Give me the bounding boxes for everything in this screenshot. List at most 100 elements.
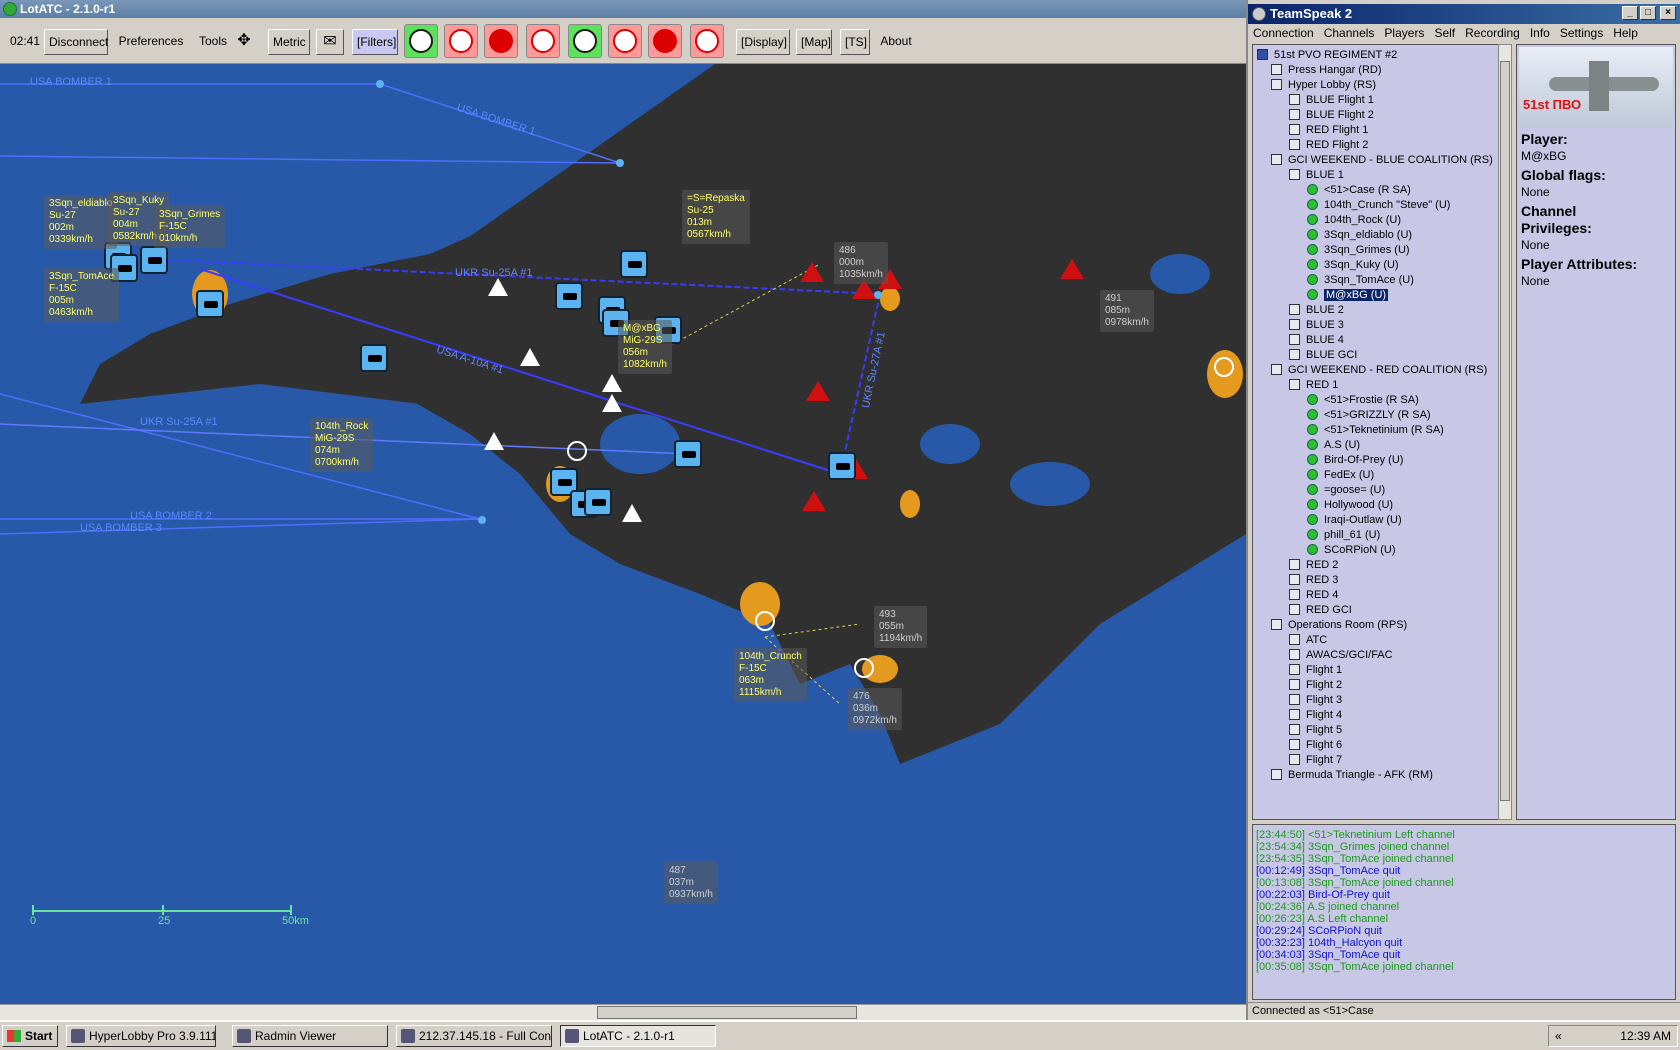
filter-blue-ground-icon[interactable] (568, 24, 602, 58)
menu-self[interactable]: Self (1429, 24, 1460, 42)
tree-channel-item[interactable]: RED 3 (1289, 572, 1338, 588)
close-icon[interactable]: × (1660, 6, 1676, 20)
tree-channel-item[interactable]: Flight 4 (1289, 707, 1342, 723)
map-button[interactable]: [Map] (796, 29, 832, 55)
tree-player-item[interactable]: Iraqi-Outlaw (U) (1307, 512, 1402, 528)
tree-channel-item[interactable]: Hyper Lobby (RS) (1271, 77, 1376, 93)
contact-label[interactable]: 476 036m 0972km/h (848, 688, 902, 730)
filter-red-ship-icon[interactable] (648, 24, 682, 58)
filter-red-ground-icon[interactable] (608, 24, 642, 58)
tree-player-item[interactable]: <51>Case (R SA) (1307, 182, 1411, 198)
scroll-thumb[interactable] (597, 1006, 857, 1019)
tree-channel-item[interactable]: Flight 2 (1289, 677, 1342, 693)
tree-server-item[interactable]: 51st PVO REGIMENT #2 (1257, 47, 1397, 63)
menu-info[interactable]: Info (1525, 24, 1555, 42)
contact-label[interactable]: 486 000m 1035km/h (834, 242, 888, 284)
task-hyperlobby[interactable]: HyperLobby Pro 3.9.111 (66, 1025, 216, 1047)
tree-player-item[interactable]: phill_61 (U) (1307, 527, 1380, 543)
tree-channel-item[interactable]: RED Flight 2 (1289, 137, 1368, 153)
map-horizontal-scrollbar[interactable] (0, 1004, 1246, 1020)
tree-player-item[interactable]: 3Sqn_eldiablo (U) (1307, 227, 1412, 243)
filters-button[interactable]: [Filters] (352, 29, 398, 55)
menu-channels[interactable]: Channels (1319, 24, 1380, 42)
tree-channel-item[interactable]: BLUE 2 (1289, 302, 1344, 318)
maximize-icon[interactable]: □ (1640, 6, 1656, 20)
ts-button[interactable]: [TS] (840, 29, 870, 55)
tree-channel-item[interactable]: BLUE 1 (1289, 167, 1344, 183)
tree-player-item[interactable]: <51>Frostie (R SA) (1307, 392, 1419, 408)
tree-channel-item[interactable]: RED Flight 1 (1289, 122, 1368, 138)
event-log[interactable]: [23:44:50] <51>Teknetinium Left channel[… (1252, 824, 1676, 1000)
task-remote-connection[interactable]: 212.37.145.18 - Full Con... (396, 1025, 552, 1047)
tree-player-item[interactable]: 3Sqn_TomAce (U) (1307, 272, 1414, 288)
tree-player-item[interactable]: FedEx (U) (1307, 467, 1374, 483)
tree-channel-item[interactable]: Operations Room (RPS) (1271, 617, 1407, 633)
pan-icon[interactable]: ✥ (234, 29, 254, 55)
tree-channel-item[interactable]: BLUE GCI (1289, 347, 1357, 363)
tree-channel-item[interactable]: RED 1 (1289, 377, 1338, 393)
aircraft-label[interactable]: 3Sqn_TomAce F-15C 005m 0463km/h (44, 268, 120, 322)
menu-players[interactable]: Players (1379, 24, 1429, 42)
task-lotatc[interactable]: LotATC - 2.1.0-r1 (560, 1025, 716, 1047)
jet-icon[interactable] (828, 452, 856, 480)
menu-connection[interactable]: Connection (1248, 24, 1319, 42)
tree-channel-item[interactable]: BLUE Flight 1 (1289, 92, 1374, 108)
tree-player-item[interactable]: SCoRPioN (U) (1307, 542, 1396, 558)
aircraft-label[interactable]: M@xBG MiG-29S 056m 1082km/h (618, 320, 672, 374)
tree-player-item[interactable]: 104th_Rock (U) (1307, 212, 1401, 228)
tank-icon[interactable] (360, 344, 388, 372)
menu-settings[interactable]: Settings (1555, 24, 1608, 42)
start-button[interactable]: Start (2, 1025, 58, 1047)
contact-label[interactable]: 491 085m 0978km/h (1100, 290, 1154, 332)
tank-icon[interactable] (555, 282, 583, 310)
about-button[interactable]: About (876, 29, 916, 55)
radar-map[interactable]: USA BOMBER 1 USA BOMBER 1 USA BOMBER 2 U… (0, 64, 1246, 1004)
aircraft-label[interactable]: 3Sqn_eldiablo Su-27 002m 0339km/h (44, 195, 118, 249)
tree-channel-item[interactable]: BLUE 4 (1289, 332, 1344, 348)
tree-player-item[interactable]: <51>Teknetinium (R SA) (1307, 422, 1444, 438)
tank-icon[interactable] (196, 290, 224, 318)
tree-channel-item[interactable]: GCI WEEKEND - BLUE COALITION (RS) (1271, 152, 1493, 168)
contact-label[interactable]: 487 037m 0937km/h (664, 862, 718, 904)
tree-channel-item[interactable]: ATC (1289, 632, 1327, 648)
aircraft-label[interactable]: 104th_Rock MiG-29S 074m 0700km/h (310, 418, 374, 472)
tree-player-item[interactable]: 104th_Crunch "Steve" (U) (1307, 197, 1450, 213)
tree-channel-item[interactable]: Flight 3 (1289, 692, 1342, 708)
channel-tree-scrollbar[interactable] (1498, 44, 1512, 820)
filter-red-point-icon[interactable] (526, 24, 560, 58)
aircraft-label[interactable]: 3Sqn_Grimes F-15C 010km/h (154, 206, 226, 248)
tree-channel-item[interactable]: AWACS/GCI/FAC (1289, 647, 1393, 663)
tree-channel-item[interactable]: BLUE 3 (1289, 317, 1344, 333)
metric-button[interactable]: Metric (268, 29, 310, 55)
tree-channel-item[interactable]: RED GCI (1289, 602, 1352, 618)
jet-icon[interactable] (674, 440, 702, 468)
tree-channel-item[interactable]: Flight 6 (1289, 737, 1342, 753)
menu-recording[interactable]: Recording (1460, 24, 1525, 42)
tree-player-item[interactable]: <51>GRIZZLY (R SA) (1307, 407, 1431, 423)
tree-player-item[interactable]: M@xBG (U) (1307, 287, 1389, 303)
scroll-thumb[interactable] (1500, 61, 1510, 801)
tank-icon[interactable] (140, 246, 168, 274)
channel-tree[interactable]: 51st PVO REGIMENT #2 Press Hangar (RD) Hyp… (1252, 44, 1512, 820)
tree-player-item[interactable]: A.S (U) (1307, 437, 1360, 453)
disconnect-button[interactable]: Disconnect (44, 29, 108, 55)
tree-channel-item[interactable]: BLUE Flight 2 (1289, 107, 1374, 123)
tree-player-item[interactable]: 3Sqn_Kuky (U) (1307, 257, 1399, 273)
tree-channel-item[interactable]: Flight 1 (1289, 662, 1342, 678)
task-radmin[interactable]: Radmin Viewer (232, 1025, 388, 1047)
filter-red-misc-icon[interactable] (690, 24, 724, 58)
minimize-icon[interactable]: _ (1622, 6, 1638, 20)
contact-label[interactable]: 493 055m 1194km/h (874, 606, 928, 648)
tree-channel-item[interactable]: Bermuda Triangle - AFK (RM) (1271, 767, 1433, 783)
teamspeak-title-bar[interactable]: TeamSpeak 2 _ □ × (1248, 4, 1680, 24)
filter-red-air-icon[interactable] (444, 24, 478, 58)
tank-icon[interactable] (620, 250, 648, 278)
tree-channel-item[interactable]: RED 2 (1289, 557, 1338, 573)
aircraft-label[interactable]: 104th_Crunch F-15C 063m 1115km/h (734, 648, 807, 702)
envelope-icon[interactable]: ✉ (316, 29, 344, 55)
tree-channel-item[interactable]: Press Hangar (RD) (1271, 62, 1382, 78)
menu-help[interactable]: Help (1608, 24, 1643, 42)
tree-channel-item[interactable]: RED 4 (1289, 587, 1338, 603)
tree-player-item[interactable]: =goose= (U) (1307, 482, 1385, 498)
tree-player-item[interactable]: Hollywood (U) (1307, 497, 1393, 513)
